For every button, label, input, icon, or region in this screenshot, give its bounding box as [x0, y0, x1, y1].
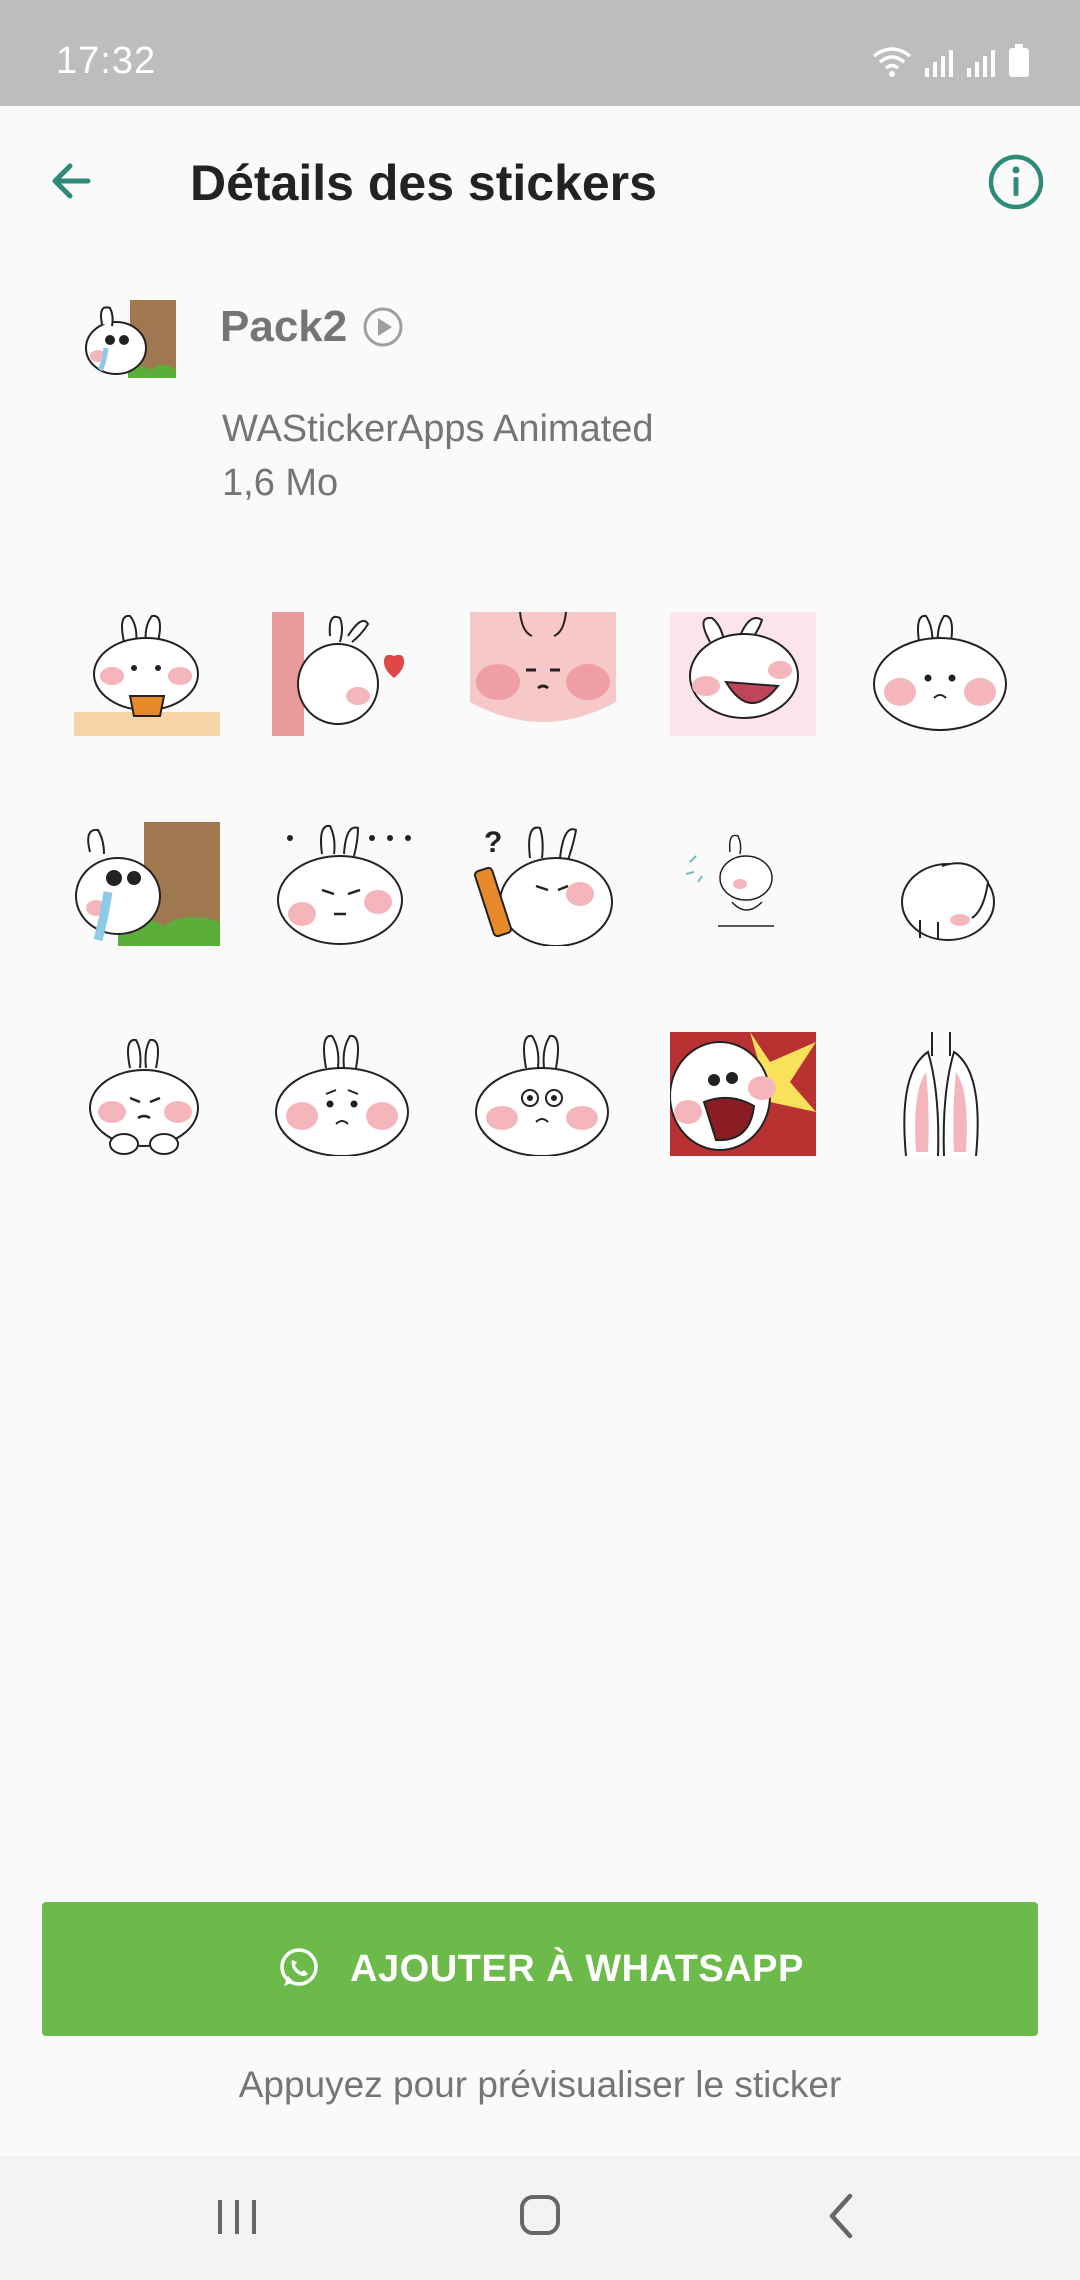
- whatsapp-icon: [280, 1948, 318, 1986]
- sticker-bunny-shout[interactable]: [670, 1032, 816, 1156]
- add-to-whatsapp-button[interactable]: AJOUTER À WHATSAPP: [42, 1902, 1038, 2036]
- sticker-bunny-jump[interactable]: [670, 822, 816, 946]
- sticker-bunny-phone-question[interactable]: ?: [470, 822, 616, 946]
- add-button-label: AJOUTER À WHATSAPP: [350, 1947, 804, 1990]
- sticker-bunny-laugh[interactable]: [670, 612, 816, 736]
- home-icon[interactable]: [505, 2186, 575, 2246]
- sticker-bunny-cup[interactable]: [74, 612, 220, 736]
- svg-text:?: ?: [484, 826, 502, 859]
- sticker-bunny-ears[interactable]: [868, 1032, 1014, 1156]
- system-nav-bar: [0, 2156, 1080, 2280]
- preview-hint: Appuyez pour prévisualiser le sticker: [238, 2064, 842, 2105]
- sticker-bunny-sulk[interactable]: [74, 1032, 220, 1156]
- recent-apps-icon[interactable]: [202, 2186, 272, 2246]
- back-icon[interactable]: [806, 2186, 876, 2246]
- sticker-bunny-peek[interactable]: [868, 822, 1014, 946]
- sticker-grid: ?: [0, 0, 1080, 1200]
- sticker-bunny-heart[interactable]: [272, 612, 418, 736]
- sticker-bunny-blush-closeup[interactable]: [470, 612, 616, 736]
- sticker-bunny-pout[interactable]: [868, 612, 1014, 736]
- sticker-bunny-nervous[interactable]: [470, 1032, 616, 1156]
- sticker-bunny-cry-tree[interactable]: [74, 822, 220, 946]
- sticker-bunny-sad[interactable]: [272, 1032, 418, 1156]
- sticker-bunny-dots[interactable]: [272, 822, 418, 946]
